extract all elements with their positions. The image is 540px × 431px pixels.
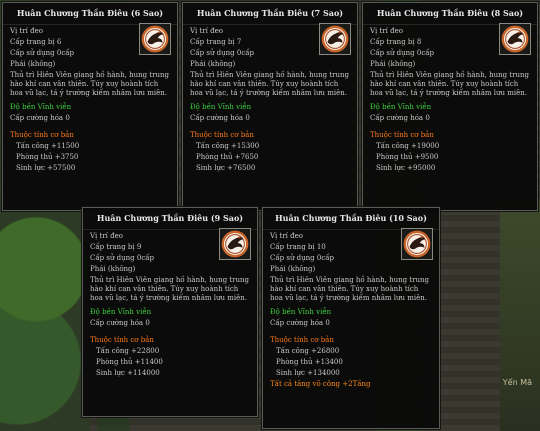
durability: Độ bền Vĩnh viễn [190, 103, 252, 112]
base-attributes-header: Thuộc tính cơ bản [10, 131, 74, 140]
item-description: Thủ trì Hiên Viên giang hồ hành, hung tr… [270, 276, 429, 302]
base-attributes-header: Thuộc tính cơ bản [190, 131, 254, 140]
durability: Độ bền Vĩnh viễn [10, 103, 72, 112]
stat-health: Sinh lực +57500 [16, 164, 76, 173]
eagle-medal-icon [219, 228, 251, 260]
stat-health: Sinh lực +76500 [196, 164, 256, 173]
eagle-medal-icon [499, 23, 531, 55]
faction: Phái (không) [190, 60, 236, 68]
durability: Độ bền Vĩnh viễn [370, 103, 432, 112]
item-description: Thủ trì Hiên Viên giang hồ hành, hung tr… [370, 71, 529, 97]
item-title: Huân Chương Thần Điêu (6 Sao) [3, 3, 177, 25]
stat-defense: Phòng thủ +9500 [376, 153, 439, 162]
stat-defense: Phòng thủ +3750 [16, 153, 79, 162]
item-tooltip-6-sao: Huân Chương Thần Điêu (6 Sao) Vị trí đeo… [2, 2, 178, 211]
stat-attack: Tấn công +22800 [96, 347, 160, 356]
durability: Độ bền Vĩnh viễn [90, 308, 152, 317]
faction: Phái (không) [270, 265, 316, 273]
enhance-level: Cấp cường hóa 0 [270, 319, 330, 328]
item-tooltip-10-sao: Huân Chương Thần Điêu (10 Sao) Vị trí đe… [262, 207, 440, 429]
stat-health: Sinh lực +134000 [276, 369, 340, 378]
base-attributes-header: Thuộc tính cơ bản [370, 131, 434, 140]
stat-defense: Phòng thủ +13400 [276, 358, 343, 367]
background-trees [0, 200, 90, 431]
stat-health: Sinh lực +114000 [96, 369, 160, 378]
enhance-level: Cấp cường hóa 0 [370, 114, 430, 123]
base-attributes-header: Thuộc tính cơ bản [270, 336, 334, 345]
eagle-medal-icon [319, 23, 351, 55]
item-description: Thủ trì Hiên Viên giang hồ hành, hung tr… [10, 71, 169, 97]
enhance-level: Cấp cường hóa 0 [90, 319, 150, 328]
background-scenery [500, 200, 540, 431]
enhance-level: Cấp cường hóa 0 [190, 114, 250, 123]
eagle-medal-icon [401, 228, 433, 260]
faction: Phái (không) [370, 60, 416, 68]
item-tooltip-8-sao: Huân Chương Thần Điêu (8 Sao) Vị trí đeo… [362, 2, 538, 211]
item-tooltip-7-sao: Huân Chương Thần Điêu (7 Sao) Vị trí đeo… [182, 2, 358, 211]
item-description: Thủ trì Hiên Viên giang hồ hành, hung tr… [90, 276, 249, 302]
item-title: Huân Chương Thần Điêu (8 Sao) [363, 3, 537, 25]
stat-attack: Tấn công +26800 [276, 347, 340, 356]
faction: Phái (không) [10, 60, 56, 68]
stat-attack: Tấn công +11500 [16, 142, 80, 151]
faction: Phái (không) [90, 265, 136, 273]
stat-defense: Phòng thủ +7650 [196, 153, 259, 162]
item-title: Huân Chương Thần Điêu (9 Sao) [83, 208, 257, 230]
stat-health: Sinh lực +95000 [376, 164, 436, 173]
stat-attack: Tấn công +19000 [376, 142, 440, 151]
item-description: Thủ trì Hiên Viên giang hồ hành, hung tr… [190, 71, 349, 97]
stat-attack: Tấn công +15300 [196, 142, 260, 151]
stat-defense: Phòng thủ +11400 [96, 358, 163, 367]
base-attributes-header: Thuộc tính cơ bản [90, 336, 154, 345]
npc-name-label: Yến Mã [502, 378, 532, 387]
item-title: Huân Chương Thần Điêu (10 Sao) [263, 208, 439, 230]
item-tooltip-9-sao: Huân Chương Thần Điêu (9 Sao) Vị trí đeo… [82, 207, 258, 417]
item-title: Huân Chương Thần Điêu (7 Sao) [183, 3, 357, 25]
durability: Độ bền Vĩnh viễn [270, 308, 332, 317]
set-bonus: Tất cả tăng võ công +2Tầng [270, 380, 371, 389]
enhance-level: Cấp cường hóa 0 [10, 114, 70, 123]
eagle-medal-icon [139, 23, 171, 55]
